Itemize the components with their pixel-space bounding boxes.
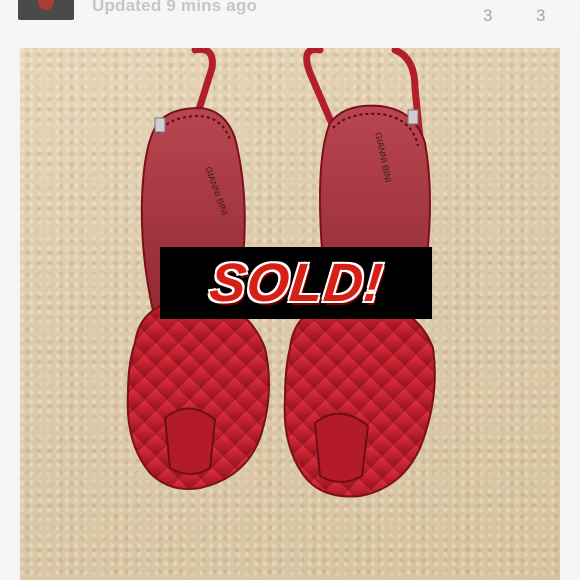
listing-card: Updated 9 mins ago 3 3 GIANNI BINI GIANN…	[0, 0, 580, 580]
sold-banner-text: SOLD!	[206, 253, 386, 313]
listing-photo[interactable]: GIANNI BINI GIANNI BINI SOLD!	[20, 48, 560, 580]
sold-banner: SOLD!	[160, 247, 432, 319]
updated-timestamp: Updated 9 mins ago	[92, 0, 258, 15]
listing-header: Updated 9 mins ago 3 3	[0, 0, 580, 28]
comment-count[interactable]: 3	[536, 6, 545, 26]
like-count[interactable]: 3	[483, 6, 492, 26]
avatar[interactable]	[18, 0, 74, 20]
